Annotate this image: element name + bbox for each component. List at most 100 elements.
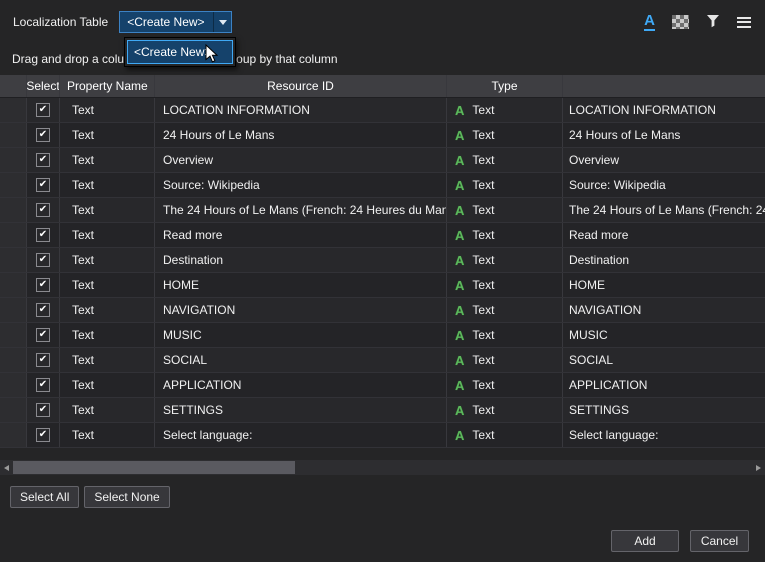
table-row[interactable]: ✔ Text HOME A Text HOME [0, 273, 765, 298]
value-cell: SOCIAL [563, 348, 765, 372]
table-row[interactable]: ✔ Text NAVIGATION A Text NAVIGATION [0, 298, 765, 323]
row-checkbox[interactable]: ✔ [36, 253, 50, 267]
property-name-cell: Text [60, 198, 155, 222]
resource-id-cell: SETTINGS [155, 398, 447, 422]
value-cell: MUSIC [563, 323, 765, 347]
type-cell: A Text [447, 298, 563, 322]
combobox-dropdown-popup: <Create New> [124, 37, 236, 67]
value-cell: Select language: [563, 423, 765, 447]
column-header-property-name[interactable]: Property Name [60, 75, 155, 97]
row-select-cell: ✔ [27, 423, 60, 447]
property-name-cell: Text [60, 173, 155, 197]
cancel-button[interactable]: Cancel [690, 530, 749, 552]
type-cell: A Text [447, 273, 563, 297]
row-header-cell [0, 123, 27, 147]
select-none-button[interactable]: Select None [84, 486, 169, 508]
value-cell: Overview [563, 148, 765, 172]
value-cell: NAVIGATION [563, 298, 765, 322]
table-row[interactable]: ✔ Text SOCIAL A Text SOCIAL [0, 348, 765, 373]
resource-id-cell: The 24 Hours of Le Mans (French: 24 Heur… [155, 198, 447, 222]
checkmark-icon: ✔ [39, 430, 47, 440]
property-name-cell: Text [60, 223, 155, 247]
text-type-icon: A [455, 178, 464, 193]
row-select-cell: ✔ [27, 398, 60, 422]
type-cell: A Text [447, 398, 563, 422]
table-row[interactable]: ✔ Text Overview A Text Overview [0, 148, 765, 173]
select-all-button[interactable]: Select All [10, 486, 79, 508]
row-select-cell: ✔ [27, 198, 60, 222]
scrollbar-thumb[interactable] [13, 461, 295, 474]
row-select-cell: ✔ [27, 123, 60, 147]
text-type-icon: A [455, 228, 464, 243]
text-type-icon: A [455, 328, 464, 343]
row-checkbox[interactable]: ✔ [36, 153, 50, 167]
row-checkbox[interactable]: ✔ [36, 403, 50, 417]
text-type-icon: A [455, 103, 464, 118]
checkmark-icon: ✔ [39, 105, 47, 115]
row-select-cell: ✔ [27, 173, 60, 197]
text-type-icon: A [455, 128, 464, 143]
property-name-cell: Text [60, 398, 155, 422]
row-checkbox[interactable]: ✔ [36, 128, 50, 142]
value-cell: 24 Hours of Le Mans [563, 123, 765, 147]
row-select-cell: ✔ [27, 98, 60, 122]
header-corner-cell [0, 75, 27, 97]
hamburger-menu-icon[interactable] [737, 17, 751, 28]
table-row[interactable]: ✔ Text Select language: A Text Select la… [0, 423, 765, 448]
add-button[interactable]: Add [611, 530, 679, 552]
chevron-down-icon[interactable] [213, 12, 231, 32]
table-row[interactable]: ✔ Text APPLICATION A Text APPLICATION [0, 373, 765, 398]
table-row[interactable]: ✔ Text Source: Wikipedia A Text Source: … [0, 173, 765, 198]
row-checkbox[interactable]: ✔ [36, 203, 50, 217]
row-checkbox[interactable]: ✔ [36, 178, 50, 192]
image-checker-icon[interactable] [672, 15, 689, 29]
row-header-cell [0, 273, 27, 297]
row-checkbox[interactable]: ✔ [36, 353, 50, 367]
localization-grid: Select Property Name Resource ID Type ✔ … [0, 75, 765, 448]
column-header-select[interactable]: Select [27, 75, 60, 97]
value-cell: APPLICATION [563, 373, 765, 397]
text-type-icon: A [455, 303, 464, 318]
dropdown-item-create-new[interactable]: <Create New> [127, 40, 233, 64]
table-row[interactable]: ✔ Text Read more A Text Read more [0, 223, 765, 248]
property-name-cell: Text [60, 273, 155, 297]
row-checkbox[interactable]: ✔ [36, 378, 50, 392]
checkmark-icon: ✔ [39, 405, 47, 415]
column-header-resource-id[interactable]: Resource ID [155, 75, 447, 97]
checkmark-icon: ✔ [39, 380, 47, 390]
property-name-cell: Text [60, 423, 155, 447]
row-checkbox[interactable]: ✔ [36, 428, 50, 442]
table-row[interactable]: ✔ Text The 24 Hours of Le Mans (French: … [0, 198, 765, 223]
table-header-row: Select Property Name Resource ID Type [0, 75, 765, 98]
table-row[interactable]: ✔ Text SETTINGS A Text SETTINGS [0, 398, 765, 423]
type-label: Text [472, 103, 494, 117]
value-cell: The 24 Hours of Le Mans (French: 24 [563, 198, 765, 222]
row-header-cell [0, 323, 27, 347]
resource-id-cell: SOCIAL [155, 348, 447, 372]
localization-table-combobox[interactable]: <Create New> [119, 11, 232, 33]
row-checkbox[interactable]: ✔ [36, 228, 50, 242]
table-row[interactable]: ✔ Text 24 Hours of Le Mans A Text 24 Hou… [0, 123, 765, 148]
text-format-icon[interactable]: A [644, 13, 655, 31]
value-cell: Source: Wikipedia [563, 173, 765, 197]
scroll-right-arrow-icon[interactable] [752, 460, 765, 475]
scroll-left-arrow-icon[interactable] [0, 460, 13, 475]
checkmark-icon: ✔ [39, 305, 47, 315]
column-header-value[interactable] [563, 75, 765, 97]
value-cell: SETTINGS [563, 398, 765, 422]
row-checkbox[interactable]: ✔ [36, 278, 50, 292]
type-label: Text [472, 178, 494, 192]
row-checkbox[interactable]: ✔ [36, 303, 50, 317]
row-select-cell: ✔ [27, 248, 60, 272]
horizontal-scrollbar[interactable] [0, 460, 765, 475]
table-row[interactable]: ✔ Text LOCATION INFORMATION A Text LOCAT… [0, 98, 765, 123]
row-checkbox[interactable]: ✔ [36, 328, 50, 342]
table-row[interactable]: ✔ Text Destination A Text Destination [0, 248, 765, 273]
filter-icon[interactable] [706, 14, 720, 31]
dialog-top-bar: Localization Table <Create New> A [0, 0, 765, 44]
row-checkbox[interactable]: ✔ [36, 103, 50, 117]
row-header-cell [0, 423, 27, 447]
column-header-type[interactable]: Type [447, 75, 563, 97]
dialog-title: Localization Table [13, 15, 108, 29]
table-row[interactable]: ✔ Text MUSIC A Text MUSIC [0, 323, 765, 348]
